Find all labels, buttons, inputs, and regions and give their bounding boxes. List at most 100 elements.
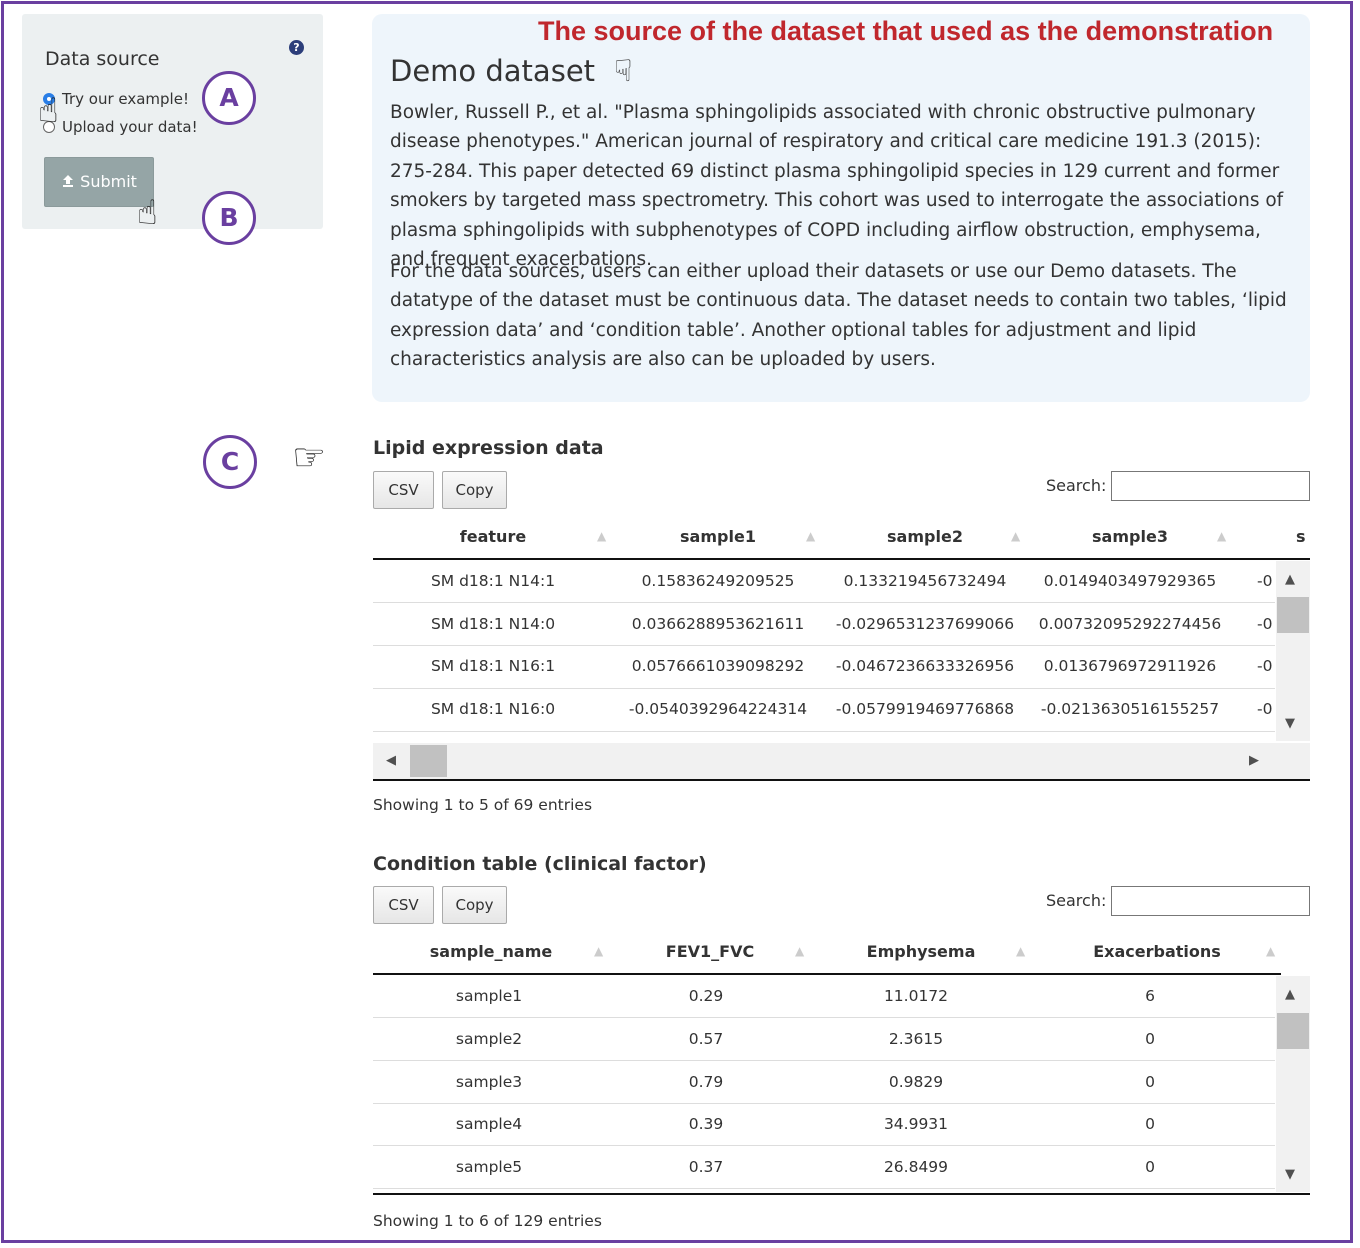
table-cell: 0.9829 [888, 1073, 944, 1091]
table-cell: -0 [1257, 615, 1273, 633]
table-cell: SM d18:1 N16:1 [430, 657, 556, 675]
copy-button[interactable]: Copy [442, 886, 507, 924]
sort-icon[interactable]: ▲ [1217, 530, 1226, 542]
annotation-caption: The source of the dataset that used as t… [538, 16, 1274, 46]
sort-icon[interactable]: ▲ [594, 945, 603, 957]
row-divider [373, 1145, 1275, 1146]
radio-try-example[interactable]: Try our example! [43, 90, 189, 108]
table-cell: 0 [1145, 1158, 1155, 1176]
table-cell: -0.0579919469776868 [835, 700, 1015, 718]
sort-icon[interactable]: ▲ [1011, 530, 1020, 542]
table-cell: 0.79 [688, 1073, 724, 1091]
scroll-up-icon[interactable]: ▲ [1285, 988, 1295, 1001]
column-header[interactable]: sample1 [623, 527, 813, 546]
table-cell: 2.3615 [888, 1030, 944, 1048]
demo-title: Demo dataset ☟ [390, 54, 633, 89]
pointing-right-hand-icon: ☞ [292, 435, 327, 479]
row-divider [373, 1188, 1275, 1189]
scroll-thumb[interactable] [1277, 597, 1309, 633]
table-cell: 0.29 [688, 987, 724, 1005]
table-cell: 0 [1145, 1030, 1155, 1048]
pointing-down-hand-icon: ☟ [614, 54, 633, 89]
row-divider [373, 731, 1275, 732]
demo-paragraph-usage: For the data sources, users can either u… [390, 261, 1287, 371]
radio-upload-data[interactable]: Upload your data! [43, 118, 198, 136]
vertical-scrollbar[interactable]: ▲ ▼ [1276, 561, 1310, 741]
table-bottom-border [373, 1193, 1310, 1195]
horizontal-scrollbar[interactable]: ◀ ▶ [373, 743, 1310, 779]
lipid-table-title: Lipid expression data [373, 437, 604, 459]
upload-icon [61, 172, 80, 191]
column-header[interactable]: Exacerbations [1040, 942, 1274, 961]
column-header[interactable]: s [1296, 527, 1310, 546]
vertical-scrollbar[interactable]: ▲ ▼ [1276, 976, 1310, 1192]
table-bottom-border [373, 779, 1310, 781]
scroll-right-icon[interactable]: ▶ [1249, 754, 1259, 767]
column-header[interactable]: FEV1_FVC [615, 942, 805, 961]
data-source-panel: Data source ? Try our example! Upload yo… [22, 14, 323, 229]
table-cell: SM d18:1 N14:0 [430, 615, 556, 633]
scroll-thumb[interactable] [410, 745, 447, 777]
column-header[interactable]: sample3 [1035, 527, 1225, 546]
column-header[interactable]: feature [395, 527, 591, 546]
sort-icon[interactable]: ▲ [1016, 945, 1025, 957]
scroll-down-icon[interactable]: ▼ [1285, 717, 1295, 730]
table-cell: -0.0467236633326956 [835, 657, 1015, 675]
data-source-title: Data source [45, 48, 160, 70]
row-divider [373, 1017, 1275, 1018]
question-circle-icon[interactable]: ? [289, 40, 304, 55]
marker-a: A [202, 71, 256, 125]
table-cell: -0.0296531237699066 [835, 615, 1015, 633]
scroll-thumb[interactable] [1277, 1013, 1309, 1049]
table-cell: -0.0213630516155257 [1040, 700, 1220, 718]
table-cell: 0 [1145, 1115, 1155, 1133]
column-header[interactable]: sample2 [830, 527, 1020, 546]
table-cell: 0.133219456732494 [843, 572, 1007, 590]
table-cell: 34.9931 [883, 1115, 949, 1133]
table-cell: sample4 [455, 1115, 523, 1133]
row-divider [373, 645, 1275, 646]
scroll-up-icon[interactable]: ▲ [1285, 573, 1295, 586]
table-info: Showing 1 to 6 of 129 entries [373, 1212, 602, 1230]
table-cell: 0.00732095292274456 [1038, 615, 1222, 633]
marker-c: C [203, 435, 257, 489]
scroll-down-icon[interactable]: ▼ [1285, 1168, 1295, 1181]
search-input[interactable] [1111, 886, 1310, 916]
marker-b: B [202, 191, 256, 245]
table-cell: 0.57 [688, 1030, 724, 1048]
table-cell: 0.0149403497929365 [1043, 572, 1217, 590]
table-info: Showing 1 to 5 of 69 entries [373, 796, 593, 814]
table-cell: -0 [1257, 657, 1273, 675]
sort-icon[interactable]: ▲ [806, 530, 815, 542]
row-divider [373, 1103, 1275, 1104]
table-cell: 0.15836249209525 [641, 572, 795, 590]
column-header[interactable]: Emphysema [825, 942, 1017, 961]
scroll-left-icon[interactable]: ◀ [386, 754, 396, 767]
sort-icon[interactable]: ▲ [597, 530, 606, 542]
table-cell: 26.8499 [883, 1158, 949, 1176]
sort-icon[interactable]: ▲ [1266, 945, 1275, 957]
table-cell: -0 [1257, 572, 1273, 590]
demo-paragraph-citation: Bowler, Russell P., et al. "Plasma sphin… [390, 102, 1284, 271]
table-cell: sample2 [455, 1030, 523, 1048]
condition-table-title: Condition table (clinical factor) [373, 853, 707, 875]
table-cell: 11.0172 [883, 987, 949, 1005]
header-divider [373, 973, 1281, 975]
table-cell: -0.0540392964224314 [628, 700, 808, 718]
csv-button[interactable]: CSV [373, 471, 434, 509]
search-input[interactable] [1111, 471, 1310, 501]
radio-label: Try our example! [62, 90, 189, 108]
table-cell: SM d18:1 N14:1 [430, 572, 556, 590]
copy-button[interactable]: Copy [442, 471, 507, 509]
table-cell: 0 [1145, 1073, 1155, 1091]
table-cell: 0.0576661039098292 [631, 657, 805, 675]
table-cell: 0.0136796972911926 [1043, 657, 1217, 675]
table-cell: sample1 [455, 987, 523, 1005]
row-divider [373, 602, 1275, 603]
table-cell: 0.0366288953621611 [631, 615, 805, 633]
column-header[interactable]: sample_name [395, 942, 587, 961]
submit-label: Submit [80, 172, 137, 191]
csv-button[interactable]: CSV [373, 886, 434, 924]
table-cell: 0.37 [688, 1158, 724, 1176]
sort-icon[interactable]: ▲ [795, 945, 804, 957]
